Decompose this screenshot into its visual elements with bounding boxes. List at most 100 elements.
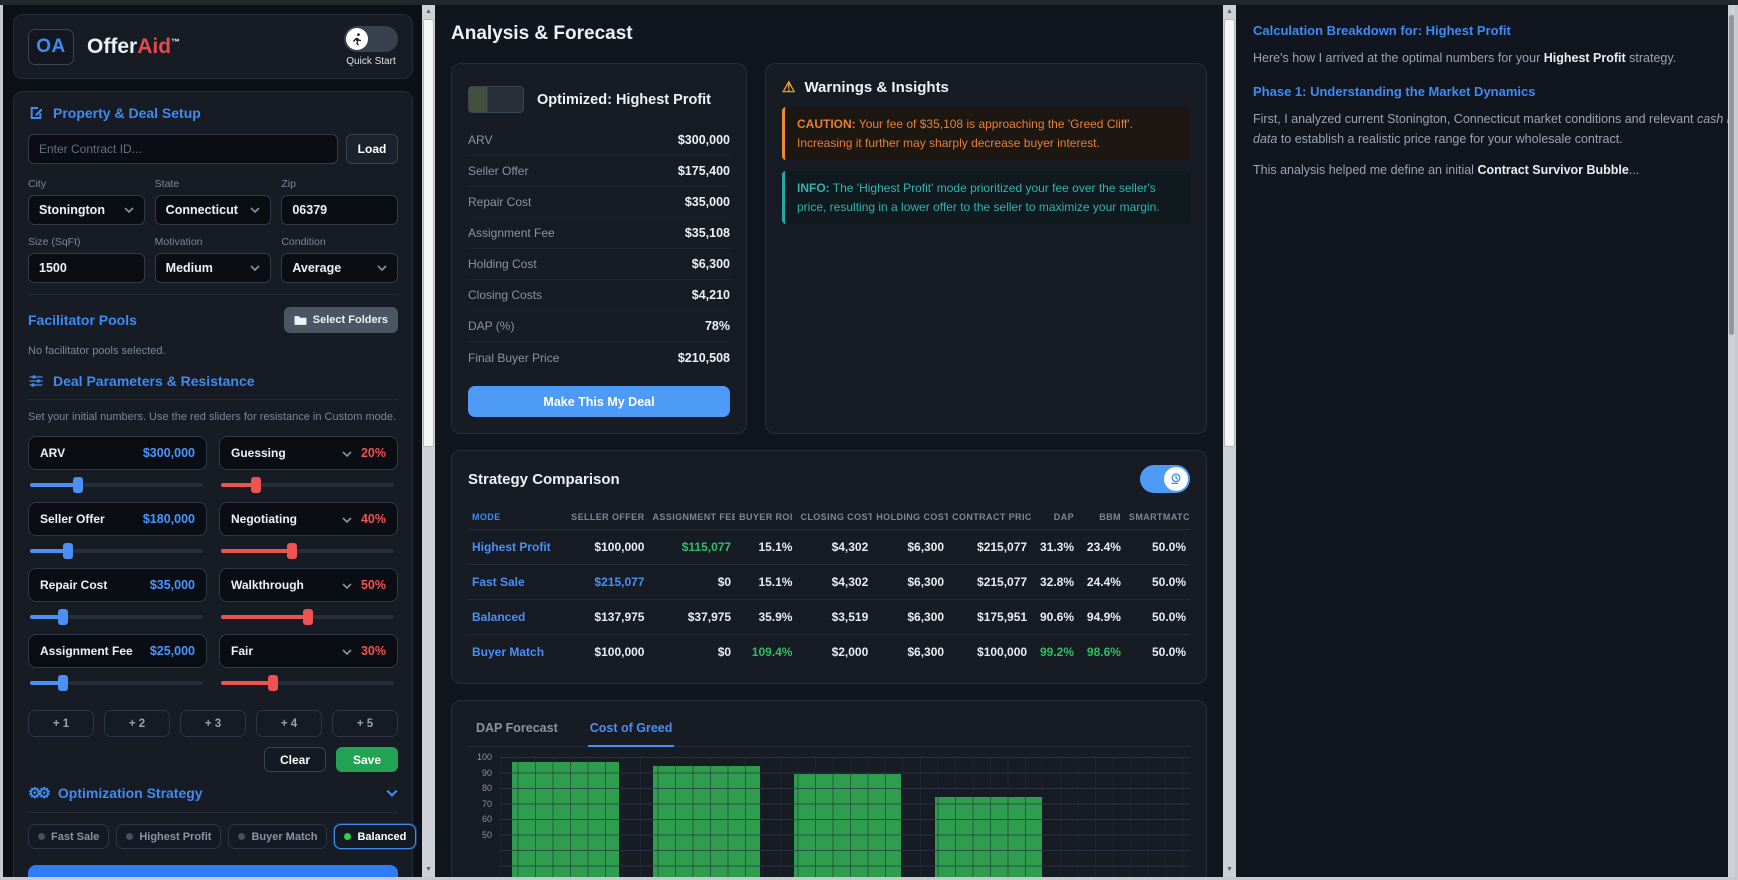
col-dap[interactable]: DAP: [1031, 505, 1078, 530]
table-row-balanced[interactable]: Balanced $137,975 $37,975 35.9% $3,519 $…: [468, 599, 1190, 635]
quick-add-5-button[interactable]: + 5: [332, 710, 398, 737]
page-title: Analysis & Forecast: [451, 23, 633, 44]
divider: [28, 812, 398, 813]
scroll-down-arrow[interactable]: ▼: [422, 864, 435, 876]
quick-add-4-button[interactable]: + 4: [256, 710, 322, 737]
collapse-chevron-icon[interactable]: [386, 789, 398, 797]
slider-thumb[interactable]: [63, 543, 74, 559]
col-bbm[interactable]: BBM: [1078, 505, 1125, 530]
repair-cost-resistance-select[interactable]: Walkthrough 50%: [219, 568, 398, 602]
slider-thumb[interactable]: [267, 675, 278, 691]
strategy-buyer-match[interactable]: Buyer Match: [228, 824, 328, 849]
repair-cost-resistance-slider[interactable]: [221, 608, 394, 626]
clear-button[interactable]: Clear: [264, 747, 326, 772]
col-contract-price[interactable]: CONTRACT PRICE: [948, 505, 1031, 530]
optimized-deal-card: Optimized: Highest Profit ARV $300,000 Se…: [451, 63, 747, 434]
state-value: Connecticut: [165, 203, 238, 217]
col-buyer-roi[interactable]: BUYER ROI: [735, 505, 796, 530]
scroll-down-arrow[interactable]: ▼: [1223, 864, 1236, 876]
location-row: City Stonington State Connecticut Zip 06…: [28, 178, 399, 225]
bbm-cell: 23.4%: [1078, 529, 1125, 565]
quick-add-1-button[interactable]: + 1: [28, 710, 94, 737]
breakdown-content: Calculation Breakdown for: Highest Profi…: [1253, 23, 1735, 181]
strategy-fast-sale-label: Fast Sale: [51, 830, 100, 843]
quick-start-toggle[interactable]: [344, 26, 398, 52]
strategy-highest-profit[interactable]: Highest Profit: [116, 824, 222, 849]
parameters-subtitle: Set your initial numbers. Use the red sl…: [28, 411, 397, 423]
col-seller-offer[interactable]: SELLER OFFER: [565, 505, 648, 530]
col-holding-cost[interactable]: HOLDING COST: [872, 505, 948, 530]
size-input[interactable]: 1500: [28, 253, 145, 283]
deal-metric-row: Repair Cost $35,000: [468, 187, 730, 218]
dap-cell: 32.8%: [1031, 564, 1078, 600]
bbm-cell: 98.6%: [1078, 634, 1125, 669]
arv-resistance-select[interactable]: Guessing 20%: [219, 436, 398, 470]
save-button[interactable]: Save: [336, 747, 398, 772]
chevron-down-icon: [342, 583, 352, 590]
slider-thumb[interactable]: [57, 609, 68, 625]
param-row-arv: ARV $300,000 Guessing 20%: [28, 436, 398, 502]
strategy-section-header: ⚙⚙ Optimization Strategy: [28, 784, 398, 802]
buyer-roi-cell: 15.1%: [735, 564, 797, 600]
quick-add-3-button[interactable]: + 3: [180, 710, 246, 737]
seller-offer-resistance-select[interactable]: Negotiating 40%: [219, 502, 398, 536]
assignment-fee-slider[interactable]: [30, 674, 203, 692]
arv-slider[interactable]: [30, 476, 203, 494]
table-row-buyer-match[interactable]: Buyer Match $100,000 $0 109.4% $2,000 $6…: [468, 634, 1190, 669]
y-tick: 50: [481, 829, 492, 840]
right-panel-scrollbar[interactable]: [1728, 5, 1735, 877]
col-smartmatch[interactable]: SMARTMATCH: [1125, 505, 1190, 530]
tab-dap-forecast[interactable]: DAP Forecast: [474, 713, 560, 746]
slider-thumb[interactable]: [302, 609, 313, 625]
quick-add-2-button[interactable]: + 2: [104, 710, 170, 737]
scroll-up-arrow[interactable]: ▲: [1223, 6, 1236, 18]
zip-input[interactable]: 06379: [281, 195, 399, 225]
slider-thumb[interactable]: [73, 477, 84, 493]
parameters-section-header: Deal Parameters & Resistance: [28, 373, 398, 389]
state-select[interactable]: Connecticut: [154, 195, 272, 225]
table-row-fast-sale[interactable]: Fast Sale $215,077 $0 15.1% $4,302 $6,30…: [468, 564, 1190, 600]
strategy-options-row: Fast Sale Highest Profit Buyer Match Bal…: [28, 824, 417, 849]
arv-resistance-slider[interactable]: [221, 476, 394, 494]
slider-thumb[interactable]: [57, 675, 68, 691]
sliders-icon: [29, 375, 43, 387]
scroll-up-arrow[interactable]: ▲: [422, 6, 435, 18]
comparison-history-toggle[interactable]: [1140, 465, 1190, 493]
strategy-balanced[interactable]: Balanced: [334, 824, 417, 849]
scrollbar-thumb[interactable]: [1729, 15, 1734, 335]
select-folders-button[interactable]: Select Folders: [283, 307, 398, 333]
col-closing-cost[interactable]: CLOSING COST: [796, 505, 872, 530]
make-this-my-deal-button[interactable]: Make This My Deal: [468, 386, 730, 417]
strategy-highest-profit-label: Highest Profit: [139, 830, 212, 843]
city-select[interactable]: Stonington: [28, 195, 145, 225]
col-assignment-fee[interactable]: ASSIGNMENT FEE: [648, 505, 735, 530]
slider-thumb[interactable]: [286, 543, 297, 559]
seller-offer-slider[interactable]: [30, 542, 203, 560]
assignment-fee-resistance-select[interactable]: Fair 30%: [219, 634, 398, 668]
sidebar-scrollbar[interactable]: ▲ ▼: [422, 5, 435, 877]
table-row-highest-profit[interactable]: Highest Profit $100,000 $115,077 15.1% $…: [468, 529, 1190, 565]
seller-offer-cell: $215,077: [565, 564, 649, 600]
repair-cost-slider[interactable]: [30, 608, 203, 626]
slider-thumb[interactable]: [250, 477, 261, 493]
bolt-icon: [171, 876, 184, 878]
smartmatch-cell: 50.0%: [1124, 564, 1190, 600]
arv-value-box[interactable]: ARV $300,000: [28, 436, 207, 470]
motivation-select[interactable]: Medium: [154, 253, 272, 283]
contract-id-input[interactable]: [28, 134, 338, 164]
col-mode[interactable]: MODE: [468, 505, 565, 530]
zip-label: Zip: [281, 178, 296, 190]
load-button[interactable]: Load: [346, 134, 398, 164]
repair-cost-value-box[interactable]: Repair Cost $35,000: [28, 568, 207, 602]
tab-cost-of-greed[interactable]: Cost of Greed: [587, 713, 675, 747]
condition-select[interactable]: Average: [281, 253, 399, 283]
assignment-fee-value-box[interactable]: Assignment Fee $25,000: [28, 634, 207, 668]
scrollbar-thumb[interactable]: [423, 19, 434, 447]
seller-offer-resistance-slider[interactable]: [221, 542, 394, 560]
scrollbar-thumb[interactable]: [1224, 19, 1235, 447]
calculate-button[interactable]: Calculate: [28, 865, 398, 877]
main-scrollbar[interactable]: ▲ ▼: [1223, 5, 1236, 877]
assignment-fee-resistance-slider[interactable]: [221, 674, 394, 692]
strategy-fast-sale[interactable]: Fast Sale: [28, 824, 110, 849]
seller-offer-value-box[interactable]: Seller Offer $180,000: [28, 502, 207, 536]
